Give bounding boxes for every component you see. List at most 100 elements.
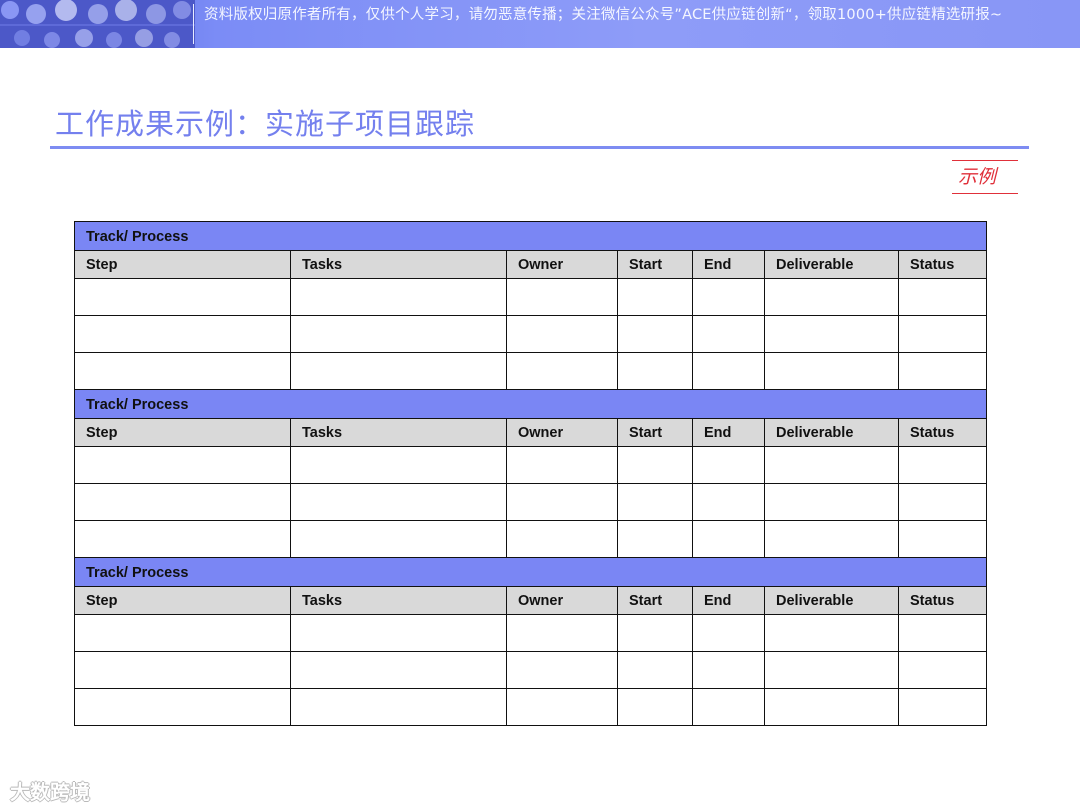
track-header-row: Track/ Process: [73, 389, 988, 419]
table-row: [74, 483, 988, 521]
sample-label-bottom-rule: [952, 193, 1018, 194]
sample-label: 示例: [952, 160, 1020, 194]
table-row: [74, 446, 988, 484]
column-header-start: Start: [617, 250, 693, 279]
table-cell-owner: [506, 688, 618, 726]
table-cell-start: [617, 352, 693, 390]
column-header-start: Start: [617, 586, 693, 615]
table-cell-owner: [506, 278, 618, 316]
table-cell-status: [897, 446, 988, 484]
table-cell-start: [617, 651, 693, 689]
table-cell-tasks: [290, 483, 507, 521]
table-cell-end: [692, 446, 765, 484]
table-cell-end: [692, 688, 765, 726]
column-header-deliverable: Deliverable: [764, 418, 899, 447]
column-header-owner: Owner: [506, 586, 618, 615]
column-header-end: End: [692, 586, 765, 615]
title-underline: [50, 146, 1029, 149]
table-cell-end: [692, 651, 765, 689]
table-cell-status: [897, 614, 988, 652]
table-row: [74, 688, 988, 726]
table-cell-end: [692, 520, 765, 558]
table-cell-end: [692, 315, 765, 353]
table-cell-deliverable: [764, 483, 899, 521]
table-cell-end: [692, 278, 765, 316]
table-cell-status: [897, 483, 988, 521]
column-header-row: Step Tasks Owner Start End Deliverable Status: [74, 418, 988, 447]
table-row: [74, 614, 988, 652]
table-cell-start: [617, 278, 693, 316]
track-header-row: Track/ Process: [73, 557, 988, 587]
table-cell-tasks: [290, 520, 507, 558]
page-title: 工作成果示例：实施子项目跟踪: [55, 107, 476, 141]
sample-label-text: 示例: [958, 166, 997, 188]
table-cell-deliverable: [764, 520, 899, 558]
watermark-logo: 大数跨境: [10, 780, 90, 804]
table-cell-status: [897, 278, 988, 316]
table-cell-owner: [506, 352, 618, 390]
table-cell-step: [74, 446, 291, 484]
table-cell-status: [897, 315, 988, 353]
table-cell-deliverable: [764, 688, 899, 726]
table-cell-deliverable: [764, 614, 899, 652]
table-cell-deliverable: [764, 446, 899, 484]
column-header-tasks: Tasks: [290, 418, 507, 447]
table-cell-tasks: [290, 688, 507, 726]
table-cell-start: [617, 688, 693, 726]
table-cell-step: [74, 352, 291, 390]
column-header-row: Step Tasks Owner Start End Deliverable Status: [74, 250, 988, 279]
column-header-tasks: Tasks: [290, 586, 507, 615]
table-cell-deliverable: [764, 352, 899, 390]
table-cell-owner: [506, 315, 618, 353]
column-header-deliverable: Deliverable: [764, 250, 899, 279]
table-cell-owner: [506, 483, 618, 521]
track-header-row: Track/ Process: [73, 221, 988, 251]
table-cell-step: [74, 614, 291, 652]
table-cell-deliverable: [764, 278, 899, 316]
header-banner: 资料版权归原作者所有，仅供个人学习，请勿恶意传播；关注微信公众号”ACE供应链创…: [0, 0, 1080, 48]
table-cell-owner: [506, 651, 618, 689]
table-cell-start: [617, 446, 693, 484]
table-cell-end: [692, 614, 765, 652]
table-cell-step: [74, 315, 291, 353]
column-header-tasks: Tasks: [290, 250, 507, 279]
table-cell-start: [617, 483, 693, 521]
banner-divider: [193, 4, 194, 44]
table-cell-status: [897, 688, 988, 726]
table-cell-step: [74, 278, 291, 316]
track-label: Track/ Process: [73, 557, 988, 587]
table-cell-end: [692, 483, 765, 521]
table-cell-owner: [506, 614, 618, 652]
column-header-status: Status: [897, 250, 988, 279]
table-cell-step: [74, 483, 291, 521]
table-cell-step: [74, 651, 291, 689]
table-cell-tasks: [290, 651, 507, 689]
column-header-row: Step Tasks Owner Start End Deliverable Status: [74, 586, 988, 615]
table-cell-end: [692, 352, 765, 390]
table-cell-start: [617, 614, 693, 652]
table-cell-step: [74, 688, 291, 726]
sample-label-top-rule: [952, 160, 1018, 161]
column-header-start: Start: [617, 418, 693, 447]
subproject-tracking-table: Track/ Process Step Tasks Owner Start End Deli…: [73, 221, 988, 726]
table-row: [74, 315, 988, 353]
banner-dots-graphic: [0, 0, 195, 48]
column-header-end: End: [692, 418, 765, 447]
table-row: [74, 278, 988, 316]
column-header-owner: Owner: [506, 418, 618, 447]
table-cell-tasks: [290, 315, 507, 353]
table-cell-status: [897, 520, 988, 558]
column-header-status: Status: [897, 586, 988, 615]
table-cell-tasks: [290, 278, 507, 316]
column-header-step: Step: [74, 418, 291, 447]
table-cell-owner: [506, 520, 618, 558]
track-label: Track/ Process: [73, 389, 988, 419]
table-cell-start: [617, 315, 693, 353]
column-header-step: Step: [74, 586, 291, 615]
column-header-step: Step: [74, 250, 291, 279]
column-header-end: End: [692, 250, 765, 279]
table-cell-start: [617, 520, 693, 558]
column-header-owner: Owner: [506, 250, 618, 279]
column-header-deliverable: Deliverable: [764, 586, 899, 615]
table-cell-deliverable: [764, 315, 899, 353]
